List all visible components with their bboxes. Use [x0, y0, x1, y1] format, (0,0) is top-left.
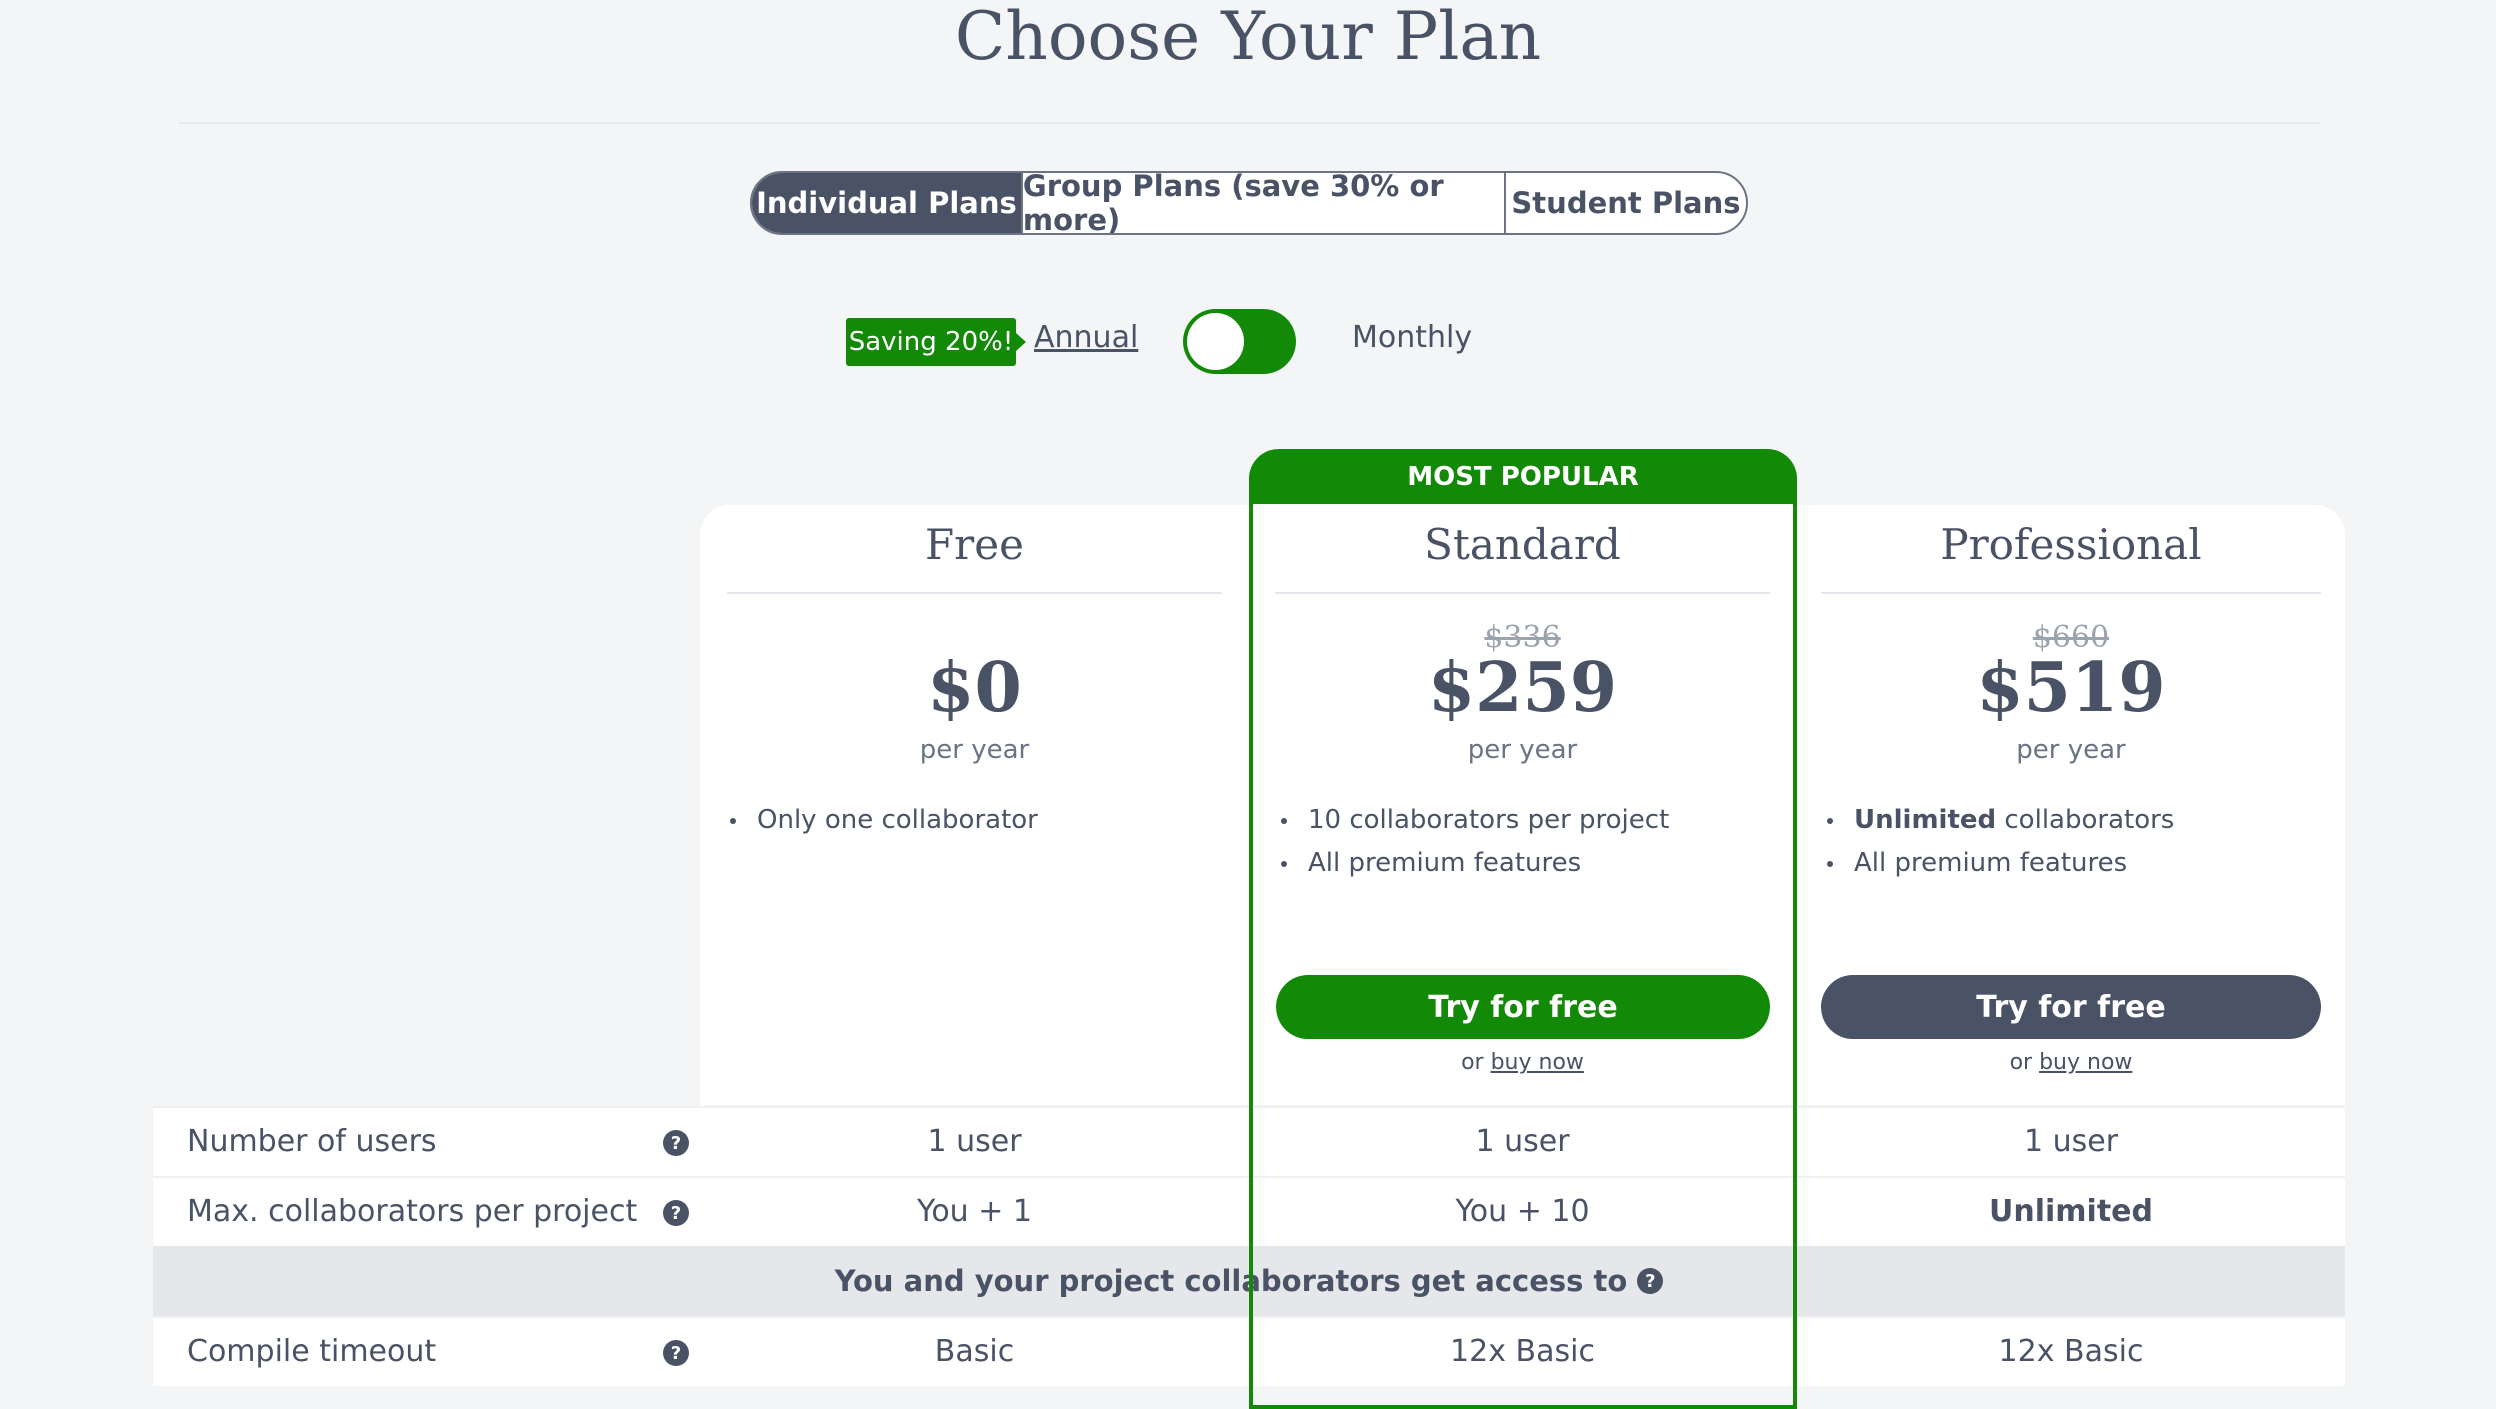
feature-item: Only one collaborator: [730, 803, 1210, 846]
table-cell: You + 1: [916, 1194, 1032, 1229]
table-cell: You + 10: [1455, 1194, 1590, 1229]
plan-name-professional: Professional: [1940, 520, 2202, 569]
saving-badge-arrow: [1016, 333, 1026, 351]
page-title: Choose Your Plan: [954, 0, 1542, 75]
plan-divider: [1275, 592, 1770, 594]
popular-column-right-border: [1793, 504, 1797, 1398]
tab-group-plans[interactable]: Group Plans (save 30% or more): [1020, 173, 1504, 233]
plan-name-free: Free: [925, 520, 1024, 569]
table-cell: 12x Basic: [1450, 1334, 1595, 1369]
section-header-text: You and your project collaborators get a…: [834, 1264, 1628, 1298]
plan-features-standard: 10 collaborators per project All premium…: [1281, 803, 1761, 889]
try-for-free-button-professional[interactable]: Try for free: [1821, 975, 2321, 1039]
row-label: Number of users: [187, 1124, 437, 1159]
feature-item: Unlimited collaborators: [1827, 803, 2307, 846]
feature-text: collaborators: [1996, 805, 2175, 835]
popular-column-left-border: [1249, 504, 1253, 1398]
most-popular-badge: MOST POPULAR: [1249, 449, 1797, 504]
buy-now-link[interactable]: buy now: [2039, 1050, 2132, 1075]
question-circle-icon[interactable]: ?: [663, 1340, 689, 1366]
plan-type-tabs: Individual Plans Group Plans (save 30% o…: [750, 171, 1748, 235]
plan-divider: [727, 592, 1222, 594]
table-cell: 1 user: [927, 1124, 1022, 1159]
question-circle-icon[interactable]: ?: [663, 1130, 689, 1156]
plan-period-professional: per year: [2016, 735, 2126, 765]
plan-divider: [1821, 592, 2321, 594]
toggle-knob: [1187, 313, 1244, 370]
title-divider: [178, 122, 2321, 124]
monthly-option[interactable]: Monthly: [1352, 320, 1472, 355]
plan-price-free: $0: [927, 648, 1022, 728]
question-circle-icon[interactable]: ?: [663, 1200, 689, 1226]
buy-prefix: or: [2009, 1050, 2040, 1075]
plan-features-professional: Unlimited collaborators All premium feat…: [1827, 803, 2307, 889]
saving-badge: Saving 20%!: [846, 318, 1016, 366]
row-label: Compile timeout: [187, 1334, 437, 1369]
table-cell: Unlimited: [1989, 1194, 2153, 1229]
table-cell: Basic: [934, 1334, 1015, 1369]
annual-option[interactable]: Annual: [1034, 320, 1138, 355]
table-cell: 12x Basic: [1998, 1334, 2144, 1369]
tab-individual-plans[interactable]: Individual Plans: [752, 173, 1021, 233]
feature-item: 10 collaborators per project: [1281, 803, 1761, 846]
buy-now-standard: or buy now: [1275, 1050, 1770, 1075]
row-label: Max. collaborators per project: [187, 1194, 638, 1229]
table-cell: 1 user: [1475, 1124, 1570, 1159]
table-cell: 1 user: [2023, 1124, 2119, 1159]
tab-student-plans[interactable]: Student Plans: [1503, 173, 1746, 233]
plan-period-free: per year: [919, 735, 1030, 765]
buy-prefix: or: [1461, 1050, 1491, 1075]
try-for-free-button-standard[interactable]: Try for free: [1276, 975, 1770, 1039]
feature-item: All premium features: [1827, 846, 2307, 889]
buy-now-professional: or buy now: [1821, 1050, 2321, 1075]
plan-price-professional: $519: [1976, 648, 2166, 728]
plan-features-free: Only one collaborator: [730, 803, 1210, 846]
buy-now-link[interactable]: buy now: [1491, 1050, 1584, 1075]
billing-period-toggle[interactable]: [1183, 309, 1296, 374]
question-circle-icon[interactable]: ?: [1637, 1268, 1664, 1294]
plan-price-standard: $259: [1427, 648, 1618, 728]
feature-bold-prefix: Unlimited: [1854, 805, 1997, 835]
plan-period-standard: per year: [1467, 735, 1578, 765]
plan-name-standard: Standard: [1424, 520, 1621, 569]
feature-item: All premium features: [1281, 846, 1761, 889]
